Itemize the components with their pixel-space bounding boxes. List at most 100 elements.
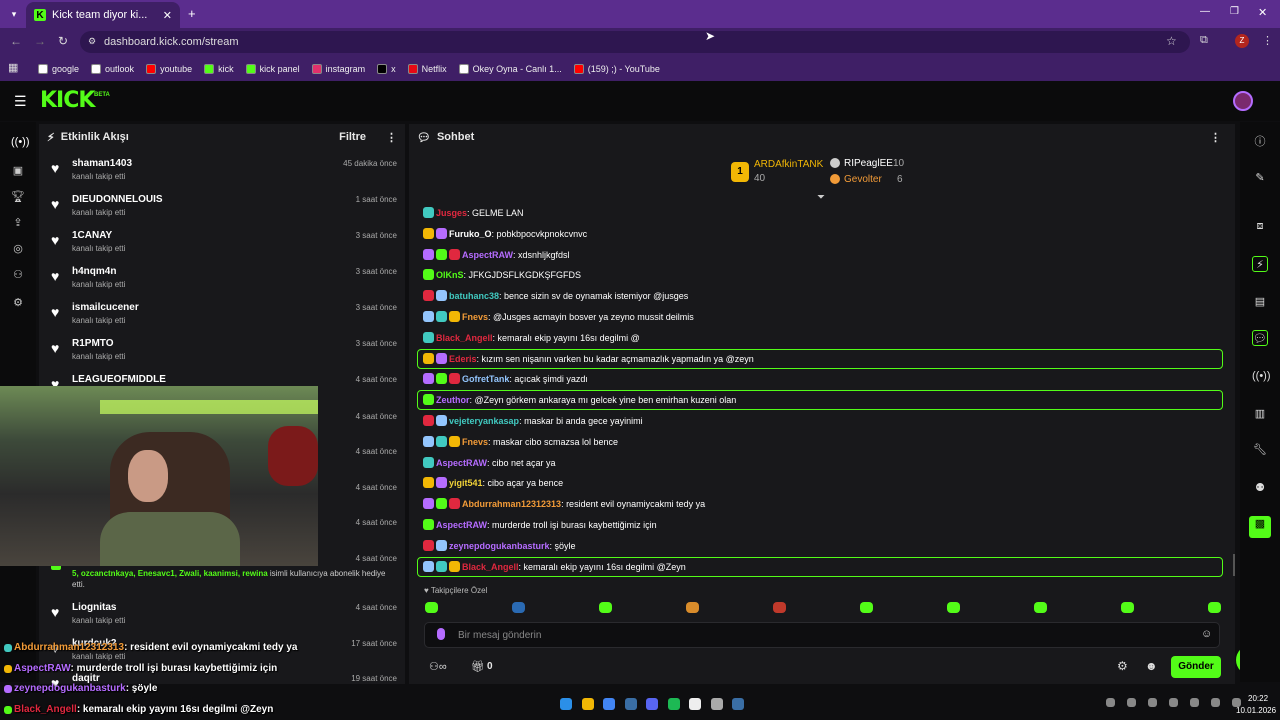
file-explorer-icon[interactable]	[581, 698, 594, 710]
chat-message[interactable]: AspectRAW: cibo net açar ya	[423, 456, 556, 470]
bookmark-item[interactable]: Netflix	[407, 63, 447, 74]
bookmark-item[interactable]: kick panel	[245, 63, 300, 74]
site-info-icon[interactable]: ⚙	[88, 36, 96, 47]
chat-message[interactable]: vejeteryankasap: maskar bi anda gece yay…	[423, 414, 643, 428]
chat-message[interactable]: Fnevs: maskar cibo scmazsa lol bence	[423, 435, 618, 449]
wrench-icon[interactable]: 🔧︎	[1252, 442, 1268, 458]
chat-username[interactable]: AspectRAW	[436, 458, 487, 468]
game-tool-icon[interactable]: ▩	[1249, 516, 1271, 538]
bookmark-item[interactable]: google	[38, 63, 79, 74]
dashboard-icon[interactable]: ▣	[11, 164, 25, 178]
chat-username[interactable]: Zeuthor	[436, 395, 470, 405]
users-icon[interactable]: ⚇	[11, 268, 25, 282]
emote-icon[interactable]	[773, 602, 786, 613]
chat-username[interactable]: Fnevs	[462, 437, 488, 447]
chat-message[interactable]: Ederis: kızım sen nişanın varken bu kada…	[423, 352, 754, 366]
bookmark-item[interactable]: x	[377, 63, 396, 74]
chat-username[interactable]: zeynepdogukanbasturk	[449, 541, 550, 551]
url-input[interactable]: dashboard.kick.com/stream	[80, 31, 1190, 53]
extensions-icon[interactable]: ⧉	[1200, 34, 1208, 47]
chat-username[interactable]: Abdurrahman12312313	[462, 499, 561, 509]
bot-icon[interactable]: ☻	[1145, 659, 1158, 673]
emote-icon[interactable]	[1034, 602, 1047, 613]
back-icon[interactable]: ←	[10, 34, 22, 48]
chat-username[interactable]: Jusges	[436, 208, 467, 218]
apps-grid-icon[interactable]: ▦	[8, 61, 18, 74]
bookmark-item[interactable]: instagram	[311, 63, 365, 74]
emote-icon[interactable]	[425, 602, 438, 613]
app-icon[interactable]	[689, 698, 701, 710]
chat-message[interactable]: Fnevs: @Jusges acmayin bosver ya zeyno m…	[423, 310, 694, 324]
activity-item[interactable]: ♥ DIEUDONNELOUIS kanalı takip etti 1 saat ö…	[39, 192, 405, 228]
chat-username[interactable]: Fnevs	[462, 312, 488, 322]
send-button[interactable]: Gönder	[1171, 656, 1221, 678]
chat-message[interactable]: Abdurrahman12312313: resident evil oynam…	[423, 497, 705, 511]
user-avatar[interactable]	[1233, 91, 1253, 111]
mic-icon[interactable]	[437, 628, 445, 640]
activity-item[interactable]: ♥ Liognitas kanalı takip etti 4 saat önce	[39, 600, 405, 636]
tray-app-icon[interactable]	[1148, 698, 1157, 707]
spotify-icon[interactable]	[667, 698, 680, 710]
filter-button[interactable]: Filtre	[339, 131, 366, 143]
community-icon[interactable]: ⚉	[1252, 480, 1268, 496]
chat-message[interactable]: Black_Angell: kemaralı ekip yayını 16sı …	[423, 331, 640, 345]
new-tab-button[interactable]: +	[188, 6, 196, 21]
chat-tool-icon[interactable]: 💬︎	[1252, 330, 1268, 346]
activity-item[interactable]: ♥ h4nqm4n kanalı takip etti 3 saat önce	[39, 264, 405, 300]
close-tab-icon[interactable]: ✕	[163, 9, 172, 22]
chat-message[interactable]: Zeuthor: @Zeyn görkem ankaraya mı gelcek…	[423, 393, 736, 407]
bookmark-item[interactable]: (159) ;) - YouTube	[573, 63, 660, 74]
steam-icon[interactable]	[732, 698, 744, 710]
activity-item[interactable]: ♥ 1CANAY kanalı takip etti 3 saat önce	[39, 228, 405, 264]
chat-username[interactable]: AspectRAW	[436, 520, 487, 530]
bookmark-star-icon[interactable]: ☆	[1166, 34, 1177, 48]
chat-message[interactable]: yigit541: cibo açar ya bence	[423, 476, 563, 490]
bookmark-item[interactable]: youtube	[146, 63, 192, 74]
chat-message[interactable]: Black_Angell: kemaralı ekip yayını 16sı …	[423, 560, 686, 574]
emote-icon[interactable]	[599, 602, 612, 613]
kick-logo[interactable]: KICK	[40, 88, 95, 113]
forward-icon[interactable]: →	[34, 34, 46, 48]
minimize-button[interactable]: —	[1200, 6, 1210, 17]
bookmark-item[interactable]: kick	[204, 63, 234, 74]
chat-username[interactable]: Furuko_O	[449, 229, 492, 239]
activity-item[interactable]: ♥ ismailcucener kanalı takip etti 3 saat ön…	[39, 300, 405, 336]
chat-username[interactable]: Black_Angell	[462, 562, 519, 572]
chat-message[interactable]: AspectRAW: xdsnhljkgfdsl	[423, 248, 570, 262]
app-icon[interactable]	[624, 698, 637, 710]
emote-icon[interactable]	[512, 602, 525, 613]
activity-item[interactable]: ♥ R1PMTO kanalı takip etti 3 saat önce	[39, 336, 405, 372]
chat-message[interactable]: AspectRAW: murderde troll işi burası kay…	[423, 518, 657, 532]
hamburger-menu-icon[interactable]: ☰	[14, 93, 27, 110]
chat-message[interactable]: GofretTank: açıcak şimdi yazdı	[423, 372, 588, 386]
activity-item[interactable]: ♥ shaman1403 kanalı takip etti 45 dakika ön…	[39, 156, 405, 192]
chat-settings-icon[interactable]: ⚙	[1117, 659, 1128, 673]
chat-input[interactable]: Bir mesaj gönderin ☺	[424, 622, 1220, 648]
chat-username[interactable]: OlKnS	[436, 270, 464, 280]
bolt-tool-icon[interactable]: ⚡︎	[1252, 256, 1268, 272]
edit-icon[interactable]: ✎	[1252, 170, 1268, 186]
mic-tray-icon[interactable]	[1169, 698, 1178, 707]
emote-icon[interactable]	[860, 602, 873, 613]
tray-app-icon[interactable]	[1127, 698, 1136, 707]
scrollbar[interactable]	[1233, 554, 1235, 576]
bookmark-item[interactable]: outlook	[91, 63, 134, 74]
layout-icon[interactable]: ▥	[1252, 406, 1268, 422]
discord-icon[interactable]	[646, 698, 658, 710]
top-gifter-3-name[interactable]: Gevolter	[844, 174, 882, 185]
start-icon[interactable]	[560, 698, 572, 710]
points-icon[interactable]: ⚇∞	[429, 660, 447, 673]
emote-icon[interactable]	[686, 602, 699, 613]
bookmark-item[interactable]: Okey Oyna - Canlı 1...	[458, 63, 562, 74]
chat-username[interactable]: vejeteryankasap	[449, 416, 519, 426]
emote-icon[interactable]	[1208, 602, 1221, 613]
chat-username[interactable]: batuhanc38	[449, 291, 499, 301]
tray-chevron-icon[interactable]	[1106, 698, 1115, 707]
chat-username[interactable]: Black_Angell	[436, 333, 493, 343]
chat-message[interactable]: OlKnS: JFKGJDSFLKGDKŞFGFDS	[423, 268, 581, 282]
chat-message[interactable]: Furuko_O: pobkbpocvkpnokcvnvc	[423, 227, 587, 241]
top-gifter-2-name[interactable]: RIPeaglEE	[844, 158, 893, 169]
reload-icon[interactable]: ↻	[58, 34, 68, 48]
chat-username[interactable]: AspectRAW	[462, 250, 513, 260]
chat-more-icon[interactable]: ⋮	[1210, 131, 1221, 144]
